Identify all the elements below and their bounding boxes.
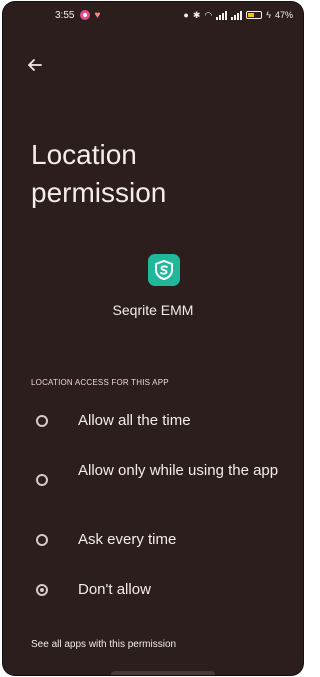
battery-icon: [246, 11, 263, 19]
record-icon: ●: [183, 10, 189, 20]
see-all-apps-link[interactable]: See all apps with this permission: [31, 639, 176, 650]
option-label: Allow only while using the app: [78, 462, 279, 479]
status-bar: 3:55 ♥ ● ✱ ◠ ϟ 47%: [3, 2, 303, 28]
option-label: Ask every time: [78, 531, 177, 548]
notification-dot-icon: [80, 10, 91, 20]
option-label: Don't allow: [78, 581, 151, 598]
bluetooth-icon: ✱: [192, 9, 201, 20]
radio-button[interactable]: [36, 474, 48, 486]
phone-screen: 3:55 ♥ ● ✱ ◠ ϟ 47% Location permission S…: [3, 2, 303, 675]
radio-button[interactable]: [36, 534, 48, 546]
status-icons: ● ✱ ◠ ϟ 47%: [183, 10, 293, 21]
app-name: Seqrite EMM: [112, 302, 194, 318]
option-dont-allow[interactable]: Don't allow: [3, 580, 303, 600]
section-header: LOCATION ACCESS FOR THIS APP: [31, 378, 169, 387]
option-allow-while-using[interactable]: Allow only while using the app: [3, 461, 303, 501]
radio-button[interactable]: [36, 415, 48, 427]
option-label: Allow all the time: [78, 412, 191, 429]
charging-icon: ϟ: [266, 10, 271, 20]
option-ask-every-time[interactable]: Ask every time: [3, 530, 303, 550]
radio-button-selected[interactable]: [36, 584, 48, 596]
signal-icon: [216, 10, 228, 20]
heart-icon: ♥: [94, 9, 101, 21]
seqrite-shield-icon: [148, 254, 180, 286]
battery-percent: 47%: [274, 10, 293, 20]
option-allow-all-the-time[interactable]: Allow all the time: [3, 411, 303, 431]
back-arrow-icon[interactable]: [25, 55, 45, 75]
wifi-icon: ◠: [204, 9, 213, 20]
status-time: 3:55: [55, 9, 75, 21]
page-title: Location permission: [31, 139, 167, 208]
navigation-bar[interactable]: [111, 671, 215, 675]
signal-icon: [231, 10, 243, 20]
battery-fill: [248, 13, 255, 17]
